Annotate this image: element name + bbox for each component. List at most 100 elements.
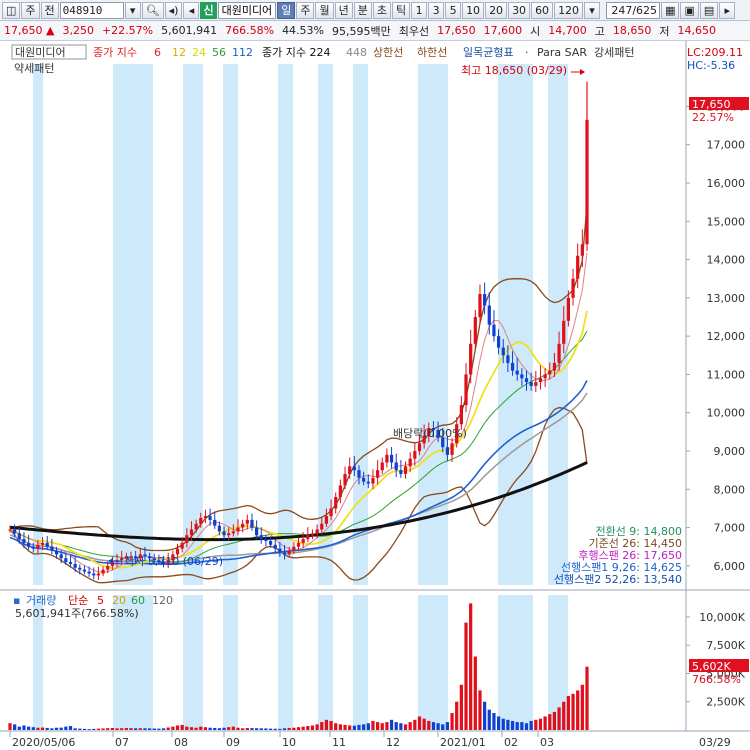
legend-upper-band[interactable]: 상한선 [373,46,403,59]
tools-icon[interactable]: ▤ [699,1,719,19]
period-year-button[interactable]: 년 [334,1,353,19]
candle-body [403,466,408,474]
candle-body [464,374,468,406]
volume-bar [343,724,347,730]
stock-type-select[interactable]: 주 [21,1,40,19]
turnover-rate: 44.53% [282,24,325,37]
volume-bar [334,723,338,730]
candle-body [506,355,510,363]
candle-body [348,466,352,474]
interval-1-button[interactable]: 1 [411,1,428,19]
legend-bullet-icon: · [525,46,529,59]
date-tick-label: 07 [115,736,129,749]
interval-dropdown-icon[interactable]: ▾ [584,1,601,19]
stock-code-input[interactable]: 048910 [59,1,124,19]
zoom-in-icon[interactable]: ▣ [680,1,699,19]
price-tick-label: 7,000 [714,522,746,535]
candle-body [306,535,310,540]
volume-bar [445,722,450,730]
scroll-end-icon[interactable]: ▸ [719,1,736,19]
volume-bar [175,725,180,730]
candle-body [483,294,487,306]
shade-band [113,64,153,585]
price-change-pct: +22.57% [101,24,154,37]
legend-ma-label[interactable]: 종가 지수 [93,46,137,59]
candle-body [510,362,515,371]
shade-band [278,64,293,585]
shade-band [353,595,368,730]
open-price: 14,700 [548,24,587,37]
candle-body [278,548,282,553]
shade-band [183,64,203,585]
volume-ma-label[interactable]: 단순 [68,594,88,607]
credit-tag: 신 [200,1,217,19]
layout-icon[interactable]: ◫ [2,1,21,19]
volume-bar [399,723,403,730]
volume-bar [548,714,552,730]
volume-bar [157,728,161,730]
candle-body [292,546,296,551]
volume-bar [427,720,431,730]
search-icon[interactable]: 🔍︎ [141,1,164,19]
market-select[interactable]: 전 [40,1,59,19]
volume-bar [213,727,217,730]
candle-body [543,374,547,379]
interval-60-button[interactable]: 60 [531,1,554,19]
grid-icon[interactable]: ▦ [661,1,680,19]
candle-body [92,573,96,576]
period-tick-button[interactable]: 틱 [391,1,411,19]
period-day-button[interactable]: 일 [277,1,296,19]
volume-marker-icon: ▪ [13,594,20,607]
volume-bar [124,727,128,730]
interval-20-button[interactable]: 20 [485,1,508,19]
price-badge-pct: 22.57% [692,111,734,124]
sound-icon[interactable]: ◂) [164,1,183,19]
volume-bar [450,713,454,730]
volume-bar [110,727,114,730]
period-minute-button[interactable]: 분 [353,1,372,19]
volume-bar [371,720,375,730]
volume-legend-label[interactable]: 거래량 [26,594,56,607]
interval-5-button[interactable]: 5 [445,1,462,19]
legend-ichimoku[interactable]: 일목균형표 [463,45,514,59]
candle-body [562,320,566,344]
candle-body [231,531,235,534]
priority-label: 최우선 [398,24,430,38]
legend-pattern[interactable]: 강세패턴 [594,46,634,59]
volume-ma-120: 120 [152,594,173,607]
ichimoku-leading-2: 선행스팬2 52,26: 13,540 [554,573,682,586]
volume-bar [357,724,361,730]
price-tick-label: 10,000 [707,407,746,420]
data-count-field[interactable]: 247/625 [606,1,661,19]
shade-band [183,595,203,730]
legend-sar[interactable]: Para SAR [537,46,587,59]
interval-3-button[interactable]: 3 [428,1,445,19]
candle-body [557,343,561,363]
volume-bar [22,725,26,730]
volume-bar [115,728,119,730]
volume-tick-label: 10,000K [699,611,745,624]
interval-10-button[interactable]: 10 [462,1,485,19]
prev-stock-icon[interactable]: ◂ [183,1,200,19]
volume-bar [534,719,538,730]
candle-body [371,477,375,484]
price-tick-label: 17,000 [707,139,746,152]
legend-ma2-label[interactable]: 종가 지수 224 [262,46,330,59]
candle-body [189,529,194,536]
volume-bar [87,729,91,730]
candle-body [120,558,124,561]
legend-lower-band[interactable]: 하한선 [417,45,447,59]
period-second-button[interactable]: 초 [372,1,391,19]
period-week-button[interactable]: 주 [296,1,315,19]
period-month-button[interactable]: 월 [315,1,334,19]
interval-30-button[interactable]: 30 [508,1,531,19]
chart-area[interactable]: 18,00017,00016,00015,00014,00013,00012,0… [0,41,750,750]
dropdown-arrow-icon[interactable]: ▾ [124,1,141,19]
volume-bar [96,728,101,730]
legend-pattern-2[interactable]: 약세패턴 [14,61,54,75]
current-price: 17,650 ▲ [4,24,55,37]
interval-120-button[interactable]: 120 [554,1,584,19]
volume-bar [264,728,268,730]
high-label: 고 [594,24,605,38]
candle-body [329,508,333,517]
